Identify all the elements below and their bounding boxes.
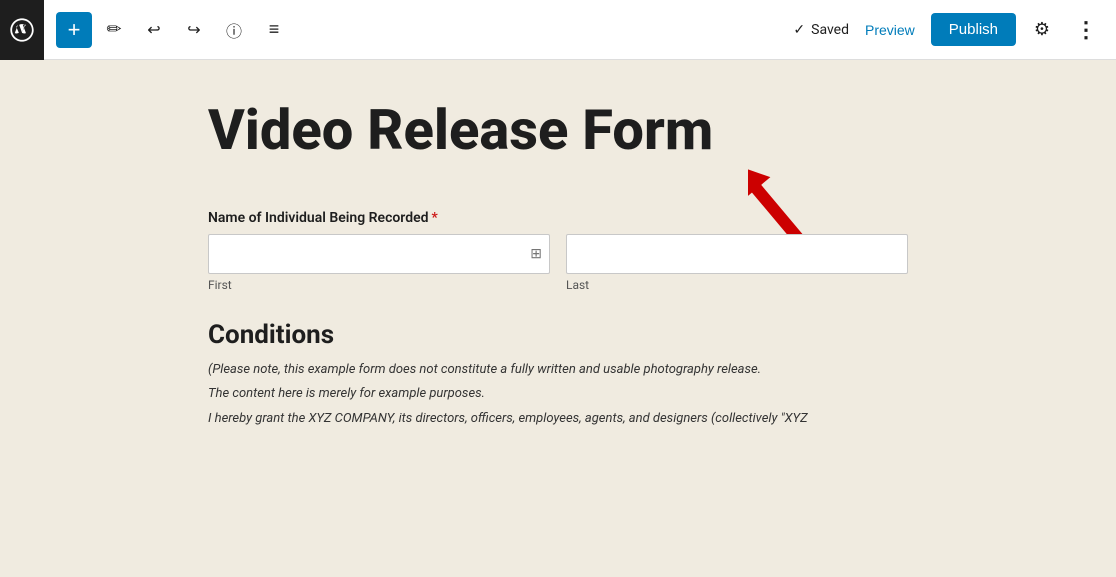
last-label: Last — [566, 278, 908, 292]
settings-button[interactable]: ⚙ — [1024, 12, 1060, 48]
edit-icon: ✏ — [106, 19, 121, 40]
preview-button[interactable]: Preview — [857, 16, 923, 44]
conditions-line-2: The content here is merely for example p… — [208, 384, 908, 405]
saved-status: ✓ Saved — [793, 22, 849, 38]
wordpress-logo — [0, 0, 44, 60]
saved-label-text: Saved — [811, 22, 849, 38]
name-inputs: ⊞ — [208, 234, 908, 274]
required-indicator: * — [432, 210, 438, 226]
page-content: Video Release Form Name of Individual Be… — [208, 100, 908, 430]
first-name-wrap: ⊞ — [208, 234, 550, 274]
input-icon: ⊞ — [530, 246, 542, 262]
more-options-button[interactable]: ⋮ — [1068, 12, 1104, 48]
list-view-button[interactable]: ≡ — [256, 12, 292, 48]
last-name-input[interactable] — [566, 234, 908, 274]
conditions-line-1: (Please note, this example form does not… — [208, 360, 908, 381]
list-icon: ≡ — [269, 19, 280, 40]
info-button[interactable]: ⓘ — [216, 12, 252, 48]
content-area: Video Release Form Name of Individual Be… — [0, 60, 1116, 577]
page-title: Video Release Form — [208, 100, 908, 162]
first-label: First — [208, 278, 550, 292]
redo-icon: ↪ — [187, 20, 200, 40]
redo-button[interactable]: ↪ — [176, 12, 212, 48]
publish-button[interactable]: Publish — [931, 13, 1016, 46]
edit-button[interactable]: ✏ — [96, 12, 132, 48]
conditions-text: (Please note, this example form does not… — [208, 360, 908, 430]
undo-icon: ↩ — [147, 20, 160, 40]
last-name-wrap — [566, 234, 908, 274]
add-block-button[interactable]: + — [56, 12, 92, 48]
name-field-label: Name of Individual Being Recorded* — [208, 210, 908, 226]
more-options-icon: ⋮ — [1075, 17, 1097, 43]
info-icon: ⓘ — [226, 18, 242, 42]
toolbar-right: ✓ Saved Preview Publish ⚙ ⋮ — [793, 12, 1104, 48]
first-name-input[interactable] — [208, 234, 550, 274]
gear-icon: ⚙ — [1034, 19, 1050, 40]
undo-button[interactable]: ↩ — [136, 12, 172, 48]
conditions-heading: Conditions — [208, 320, 908, 350]
sub-labels: First Last — [208, 278, 908, 292]
name-field-section: Name of Individual Being Recorded* ⊞ Fir… — [208, 210, 908, 292]
conditions-line-3: I hereby grant the XYZ COMPANY, its dire… — [208, 409, 908, 430]
toolbar: + ✏ ↩ ↪ ⓘ ≡ ✓ Saved Preview Publish ⚙ ⋮ — [0, 0, 1116, 60]
check-icon: ✓ — [793, 22, 805, 38]
